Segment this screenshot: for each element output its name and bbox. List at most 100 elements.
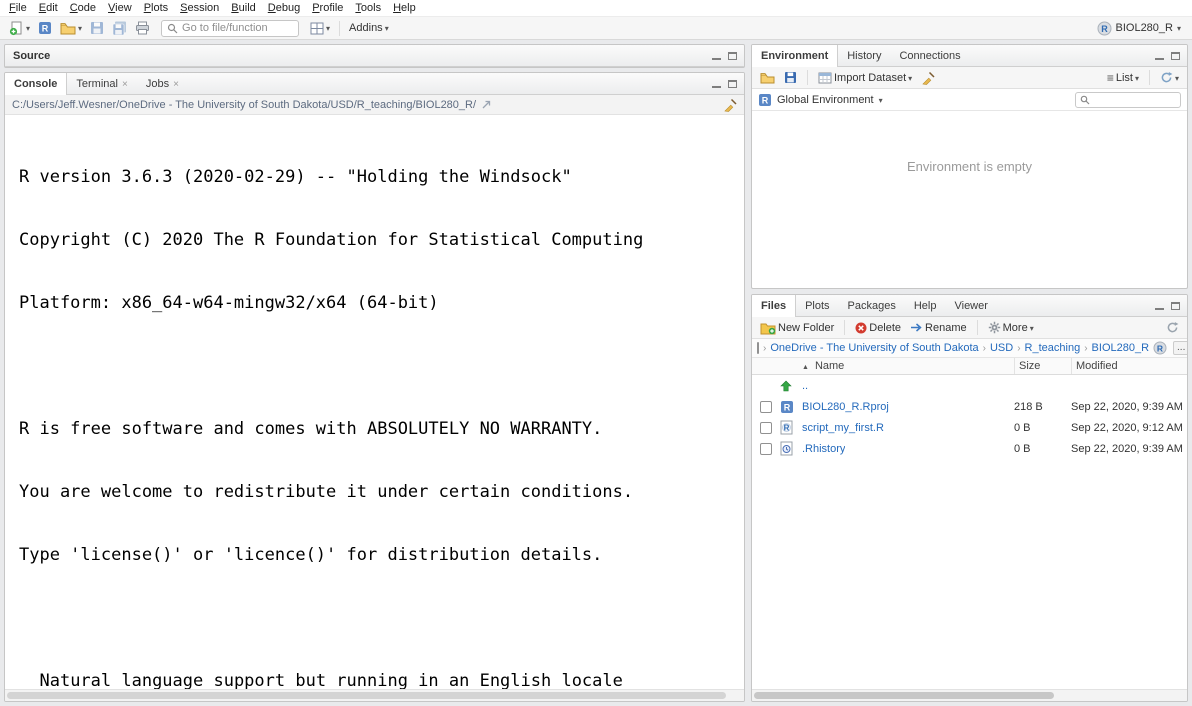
file-modified: Sep 22, 2020, 9:12 AM [1071,422,1187,434]
minimize-icon[interactable] [712,80,721,88]
addins-button[interactable]: Addins [346,20,392,36]
tab-files-label: Files [761,300,786,312]
rename-button[interactable]: Rename [907,320,970,336]
files-breadcrumb: OneDrive - The University of South Dakot… [752,339,1187,358]
menu-session[interactable]: Session [174,1,225,15]
goto-directory-icon[interactable] [481,99,492,110]
chevron-down-icon [326,22,330,34]
maximize-icon[interactable] [728,52,737,60]
environment-search-box[interactable] [1075,92,1181,108]
save-workspace-button[interactable] [781,69,800,86]
source-window-buttons [712,52,744,60]
rename-icon [910,322,923,333]
menu-view[interactable]: View [102,1,138,15]
close-icon[interactable] [122,78,128,90]
maximize-icon[interactable] [1171,302,1180,310]
file-size: 0 B [1014,422,1071,434]
import-dataset-button[interactable]: Import Dataset [815,70,915,86]
tab-packages[interactable]: Packages [839,295,905,317]
breadcrumb-item[interactable]: USD [990,342,1013,354]
file-link[interactable]: BIOL280_R.Rproj [802,401,889,413]
file-link[interactable]: script_my_first.R [802,422,884,434]
scrollbar-thumb[interactable] [7,692,726,699]
row-checkbox[interactable] [760,401,772,413]
scrollbar-thumb[interactable] [754,692,1054,699]
menu-profile[interactable]: Profile [306,1,349,15]
menu-file[interactable]: File [3,1,33,15]
tab-help[interactable]: Help [905,295,946,317]
new-folder-button[interactable]: New Folder [757,319,837,337]
maximize-icon[interactable] [1171,52,1180,60]
tab-console[interactable]: Console [5,73,67,95]
menu-help[interactable]: Help [387,1,422,15]
new-folder-icon [760,321,776,335]
r-project-logo-icon[interactable]: R [1153,341,1167,355]
breadcrumb-overflow-button[interactable]: ... [1173,341,1188,355]
file-link[interactable]: .Rhistory [802,443,845,455]
tab-history-label: History [847,50,881,62]
breadcrumb-item[interactable]: OneDrive - The University of South Dakot… [770,342,978,354]
delete-label: Delete [869,322,901,334]
project-selector[interactable]: R BIOL280_R [1092,20,1187,37]
breadcrumb-item[interactable]: R_teaching [1025,342,1081,354]
print-button[interactable] [132,19,153,37]
header-modified[interactable]: Modified [1071,358,1187,374]
open-file-button[interactable] [57,20,85,37]
files-horizontal-scrollbar[interactable] [752,689,1187,701]
goto-file-search[interactable] [161,20,299,37]
minimize-icon[interactable] [712,52,721,60]
delete-button[interactable]: Delete [852,320,904,336]
menu-edit[interactable]: Edit [33,1,64,15]
refresh-environment-button[interactable] [1157,69,1182,86]
row-checkbox[interactable] [760,422,772,434]
load-workspace-button[interactable] [757,70,778,86]
select-all-checkbox[interactable] [757,342,759,354]
file-modified: Sep 22, 2020, 9:39 AM [1071,443,1187,455]
environment-scope-selector[interactable]: Global Environment [777,94,874,106]
clear-console-broom-icon[interactable] [723,98,737,112]
environment-search-input[interactable] [1093,94,1176,106]
clear-environment-broom-button[interactable] [918,69,938,87]
maximize-icon[interactable] [728,80,737,88]
header-name[interactable]: Name [802,358,1014,374]
close-icon[interactable] [173,78,179,90]
refresh-files-button[interactable] [1163,319,1182,336]
tab-plots[interactable]: Plots [796,295,838,317]
table-row-up-directory[interactable]: .. [752,375,1187,396]
environment-view-mode-button[interactable]: List [1104,69,1142,87]
more-label: More [1003,322,1028,334]
environment-scope-bar: R Global Environment [752,89,1187,111]
save-button[interactable] [87,19,107,37]
up-directory-link[interactable]: .. [802,380,808,392]
minimize-icon[interactable] [1155,302,1164,310]
new-file-button[interactable] [6,19,33,38]
goto-file-input[interactable] [182,22,293,34]
save-all-button[interactable] [109,19,130,38]
breadcrumb-separator [763,342,766,354]
menu-plots[interactable]: Plots [138,1,174,15]
tab-environment[interactable]: Environment [752,45,838,67]
header-size[interactable]: Size [1014,358,1071,374]
tab-jobs[interactable]: Jobs [137,73,188,95]
minimize-icon[interactable] [1155,52,1164,60]
tab-viewer[interactable]: Viewer [945,295,996,317]
breadcrumb-item[interactable]: BIOL280_R [1092,342,1149,354]
more-button[interactable]: More [985,319,1037,336]
row-checkbox[interactable] [760,443,772,455]
menu-tools[interactable]: Tools [349,1,387,15]
new-project-button[interactable]: R [35,19,55,37]
tab-files[interactable]: Files [752,295,796,317]
pane-layout-button[interactable] [307,20,333,37]
tab-terminal[interactable]: Terminal [67,73,136,95]
menu-debug[interactable]: Debug [262,1,306,15]
console-path-bar: C:/Users/Jeff.Wesner/OneDrive - The Univ… [5,95,744,115]
search-icon [167,23,178,34]
console-output[interactable]: R version 3.6.3 (2020-02-29) -- "Holding… [5,116,744,689]
r-script-file-icon: R [780,420,793,435]
tab-history[interactable]: History [838,45,890,67]
tab-connections[interactable]: Connections [890,45,969,67]
menu-code[interactable]: Code [64,1,102,15]
menu-build[interactable]: Build [225,1,261,15]
tab-viewer-label: Viewer [954,300,987,312]
console-horizontal-scrollbar[interactable] [5,689,744,701]
